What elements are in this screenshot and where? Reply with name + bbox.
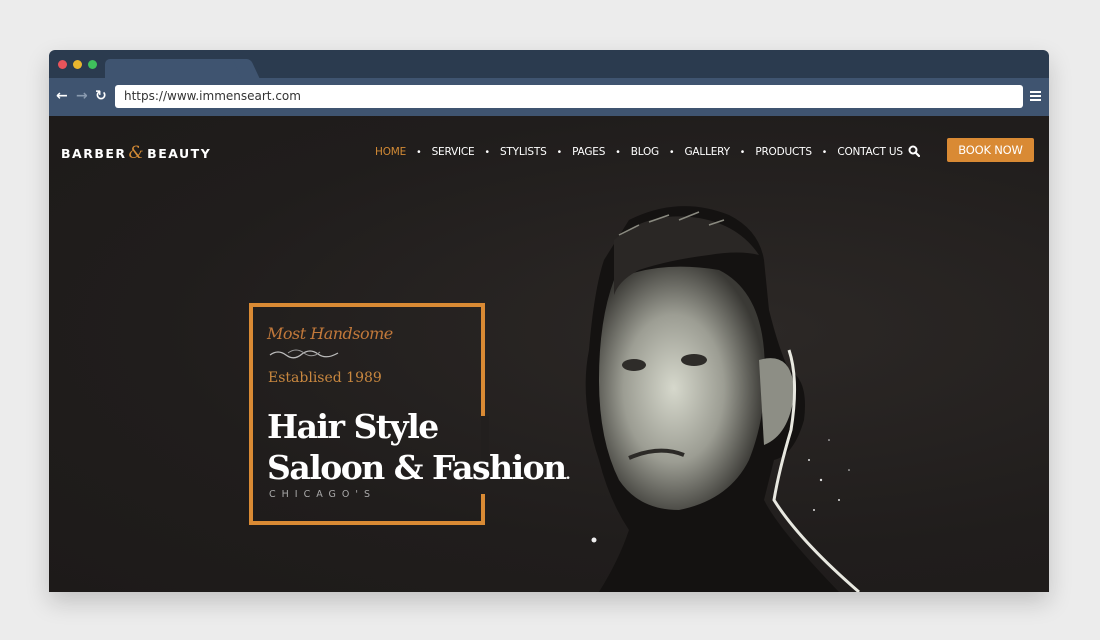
headline-period: . xyxy=(565,467,571,483)
browser-toolbar: ← → ↻ https://www.immenseart.com xyxy=(49,78,1049,116)
nav-item-blog[interactable]: BLOG xyxy=(631,146,659,158)
logo-text-barber: BARBER xyxy=(61,146,127,161)
browser-tab[interactable] xyxy=(105,59,245,78)
forward-arrow-icon[interactable]: → xyxy=(76,86,88,106)
hero-headline: Hair Style Saloon & Fashion. xyxy=(267,406,571,496)
browser-titlebar xyxy=(49,50,1049,78)
close-window-button[interactable] xyxy=(58,60,67,69)
headline-line-1: Hair Style xyxy=(267,407,439,446)
nav-separator: • xyxy=(417,146,421,158)
city-subtitle: CHICAGO'S xyxy=(269,489,377,500)
nav-separator: • xyxy=(669,146,674,158)
search-icon[interactable] xyxy=(908,145,920,157)
nav-separator: • xyxy=(822,146,827,158)
website-page: BARBER & BEAUTY HOME • SERVICE • STYLISTS … xyxy=(49,116,1049,592)
nav-separator: • xyxy=(616,146,620,158)
nav-item-gallery[interactable]: GALLERY xyxy=(685,146,730,158)
browser-window: ← → ↻ https://www.immenseart.com BARBER &… xyxy=(49,50,1049,592)
logo-ampersand: & xyxy=(128,143,146,163)
logo-text-beauty: BEAUTY xyxy=(147,146,212,161)
hamburger-menu-icon[interactable] xyxy=(1030,91,1041,101)
maximize-window-button[interactable] xyxy=(88,60,97,69)
nav-item-stylists[interactable]: STYLISTS xyxy=(500,146,547,158)
flourish-ornament-icon xyxy=(269,349,339,359)
nav-item-pages[interactable]: PAGES xyxy=(572,146,605,158)
minimize-window-button[interactable] xyxy=(73,60,82,69)
nav-separator: • xyxy=(740,146,745,158)
man-portrait-photo xyxy=(585,206,860,592)
book-now-button[interactable]: BOOK NOW xyxy=(947,138,1034,162)
nav-item-home[interactable]: HOME xyxy=(375,146,406,158)
site-logo[interactable]: BARBER & BEAUTY xyxy=(61,143,211,163)
established-text: Establised 1989 xyxy=(268,370,382,386)
headline-line-2: Saloon & Fashion xyxy=(267,448,567,487)
reload-icon[interactable]: ↻ xyxy=(95,86,107,106)
nav-separator: • xyxy=(557,146,562,158)
hero-script-title: Most Handsome xyxy=(267,324,393,343)
nav-item-service[interactable]: SERVICE xyxy=(432,146,475,158)
nav-separator: • xyxy=(485,146,489,158)
address-bar[interactable]: https://www.immenseart.com xyxy=(115,85,1023,108)
back-arrow-icon[interactable]: ← xyxy=(56,86,68,106)
nav-item-products[interactable]: PRODUCTS xyxy=(755,146,812,158)
nav-item-contact-us[interactable]: CONTACT US xyxy=(837,146,903,158)
main-navigation: HOME • SERVICE • STYLISTS • PAGES • BLOG… xyxy=(375,146,903,158)
